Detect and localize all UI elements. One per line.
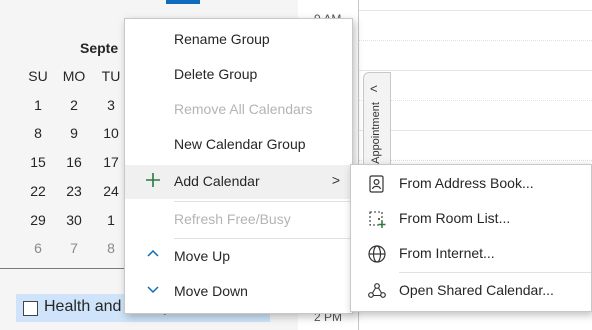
menu-item-label: Remove All Calendars <box>174 101 313 117</box>
menu-separator <box>174 238 352 239</box>
grid-line <box>359 130 592 131</box>
menu-item-label: Refresh Free/Busy <box>174 211 291 227</box>
calendar-day[interactable]: 6 <box>26 240 50 256</box>
menu-item-label: Rename Group <box>174 31 270 47</box>
appointment-peek-tab[interactable]: < Appointment <box>363 72 391 174</box>
selected-date-indicator <box>166 0 200 4</box>
menu-item-delete-group[interactable]: Delete Group <box>125 58 352 92</box>
shared-calendar-icon <box>367 281 387 301</box>
day-header: TU <box>101 68 121 84</box>
chevron-up-icon <box>144 246 162 266</box>
calendar-day[interactable]: 7 <box>62 240 86 256</box>
calendar-day[interactable]: 10 <box>99 125 123 141</box>
menu-item-move-down[interactable]: Move Down <box>125 275 352 309</box>
menu-item-from-room-list[interactable]: From Room List... <box>351 202 591 236</box>
grid-line <box>359 40 592 41</box>
menu-item-label: From Internet... <box>399 245 495 261</box>
chevron-right-icon: > <box>331 172 340 188</box>
room-list-icon <box>367 209 387 229</box>
menu-item-refresh-free-busy: Refresh Free/Busy <box>125 203 352 237</box>
calendar-day[interactable]: 22 <box>26 183 50 199</box>
month-label: Septe <box>80 40 119 56</box>
calendar-day[interactable]: 9 <box>62 125 86 141</box>
grid-line <box>359 100 592 101</box>
grid-line <box>359 160 592 161</box>
menu-item-label: From Room List... <box>399 210 511 226</box>
menu-item-rename-group[interactable]: Rename Group <box>125 23 352 57</box>
menu-item-label: From Address Book... <box>399 175 534 191</box>
calendar-day[interactable]: 1 <box>99 212 123 228</box>
add-calendar-submenu: From Address Book... From Room List... F… <box>350 164 592 312</box>
grid-line <box>359 70 592 71</box>
calendar-day[interactable]: 8 <box>26 125 50 141</box>
calendar-checkbox[interactable] <box>23 301 38 316</box>
menu-item-label: New Calendar Group <box>174 136 306 152</box>
calendar-day[interactable]: 23 <box>62 183 86 199</box>
globe-icon <box>367 244 387 264</box>
menu-item-label: Add Calendar <box>174 173 260 189</box>
appointment-tab-label: Appointment <box>370 102 382 164</box>
menu-item-label: Open Shared Calendar... <box>399 282 554 298</box>
menu-item-label: Delete Group <box>174 66 258 82</box>
plus-icon <box>144 171 162 191</box>
menu-item-from-address-book[interactable]: From Address Book... <box>351 167 591 201</box>
menu-item-label: Move Down <box>174 283 248 299</box>
menu-item-remove-all-calendars: Remove All Calendars <box>125 93 352 127</box>
menu-item-label: Move Up <box>174 248 231 264</box>
calendar-day[interactable]: 15 <box>26 154 50 170</box>
calendar-day[interactable]: 1 <box>26 97 50 113</box>
menu-item-add-calendar[interactable]: Add Calendar > <box>125 165 352 199</box>
day-header: MO <box>62 68 86 84</box>
calendar-day[interactable]: 3 <box>99 97 123 113</box>
calendar-day[interactable]: 2 <box>62 97 86 113</box>
calendar-day[interactable]: 30 <box>62 212 86 228</box>
calendar-day[interactable]: 24 <box>99 183 123 199</box>
context-menu: Rename Group Delete Group Remove All Cal… <box>124 18 353 314</box>
calendar-day[interactable]: 17 <box>99 154 123 170</box>
calendar-day[interactable]: 29 <box>26 212 50 228</box>
menu-separator <box>399 272 591 273</box>
menu-item-move-up[interactable]: Move Up <box>125 240 352 274</box>
menu-item-open-shared-calendar[interactable]: Open Shared Calendar... <box>351 274 591 308</box>
calendar-day[interactable]: 16 <box>62 154 86 170</box>
menu-item-new-calendar-group[interactable]: New Calendar Group <box>125 128 352 162</box>
menu-item-from-internet[interactable]: From Internet... <box>351 237 591 271</box>
day-header: SU <box>28 68 48 84</box>
calendar-day[interactable]: 8 <box>99 240 123 256</box>
chevron-down-icon <box>144 281 162 301</box>
grid-line <box>359 10 592 11</box>
address-book-icon <box>367 174 387 194</box>
menu-separator <box>174 201 352 202</box>
